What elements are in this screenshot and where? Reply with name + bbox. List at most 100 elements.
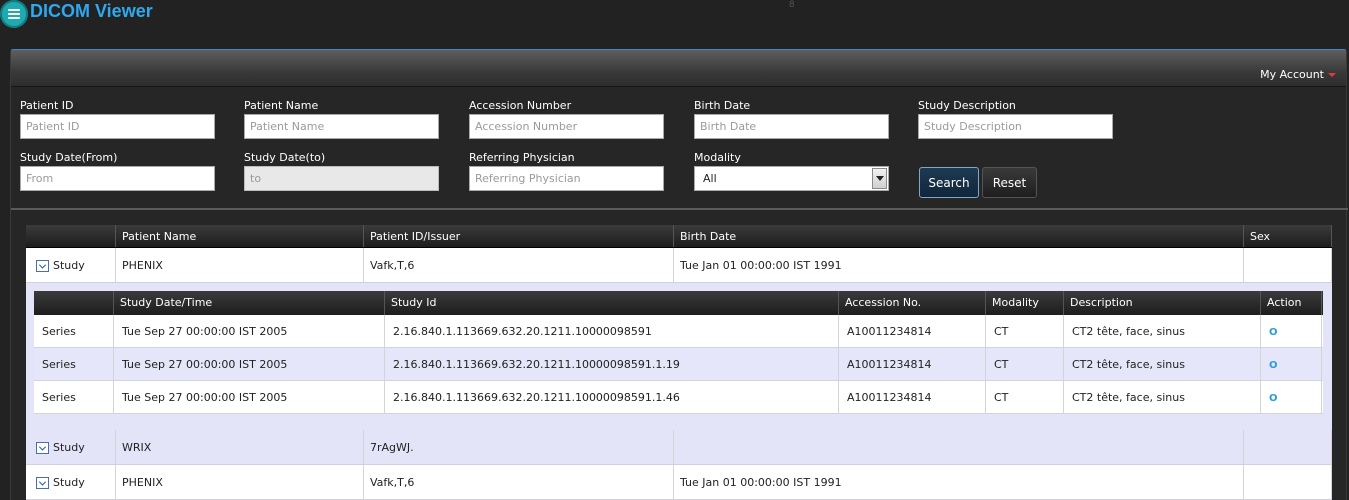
open-icon[interactable]: O xyxy=(1269,327,1278,338)
modality-cell: CT xyxy=(986,381,1064,413)
column-header[interactable]: Study Id xyxy=(385,291,839,315)
accession-cell: A10011234814 xyxy=(839,348,986,380)
study-id-cell: 2.16.840.1.113669.632.20.1211.1000009859… xyxy=(385,315,839,347)
patient-id-input[interactable] xyxy=(20,114,215,139)
field-label: Birth Date xyxy=(694,99,751,112)
sex-cell xyxy=(1244,430,1332,464)
accession-cell: A10011234814 xyxy=(839,315,986,347)
sex-cell xyxy=(1244,248,1332,282)
series-row[interactable]: Series Tue Sep 27 00:00:00 IST 2005 2.16… xyxy=(34,381,1323,414)
study-type: Study xyxy=(53,259,85,272)
hamburger-icon xyxy=(8,9,20,19)
study-id-cell: 2.16.840.1.113669.632.20.1211.1000009859… xyxy=(385,348,839,380)
patient-name-cell: PHENIX xyxy=(116,465,364,499)
study-row[interactable]: Study PHENIX Vafk,T,6 Tue Jan 01 00:00:0… xyxy=(26,248,1332,283)
study-type: Study xyxy=(53,441,85,454)
study-date-cell: Tue Sep 27 00:00:00 IST 2005 xyxy=(114,381,385,413)
panel-header: My Account xyxy=(11,50,1346,87)
modality-select[interactable]: All xyxy=(694,166,889,191)
study-toggle-cell[interactable]: Study xyxy=(26,465,116,499)
field-label: Patient ID xyxy=(20,99,74,112)
series-header: Study Date/Time Study Id Accession No. M… xyxy=(34,291,1323,315)
header-mark: 8 xyxy=(789,0,795,10)
expand-icon[interactable] xyxy=(36,477,49,489)
column-header: Action xyxy=(1261,291,1322,315)
reset-button[interactable]: Reset xyxy=(982,167,1037,198)
study-date-cell: Tue Sep 27 00:00:00 IST 2005 xyxy=(114,315,385,347)
search-button[interactable]: Search xyxy=(919,167,979,198)
modality-value: All xyxy=(703,172,717,185)
study-description-input[interactable] xyxy=(918,114,1113,139)
field-label: Study Description xyxy=(918,99,1016,112)
description-cell: CT2 tête, face, sinus xyxy=(1064,315,1261,347)
patient-id-field: Patient ID xyxy=(20,99,216,139)
birth-date-field: Birth Date xyxy=(694,99,890,139)
referring-physician-field: Referring Physician xyxy=(469,151,665,191)
results-grid: Patient Name Patient ID/Issuer Birth Dat… xyxy=(26,225,1332,500)
column-header xyxy=(26,225,116,247)
birth-date-input[interactable] xyxy=(694,114,889,139)
patient-name-cell: PHENIX xyxy=(116,248,364,282)
action-cell: O xyxy=(1261,381,1322,413)
main-panel: My Account Patient ID Patient Name Acces… xyxy=(10,49,1348,500)
accession-number-input[interactable] xyxy=(469,114,664,139)
study-date-cell: Tue Sep 27 00:00:00 IST 2005 xyxy=(114,348,385,380)
series-type: Series xyxy=(34,348,114,380)
app-title: DICOM Viewer xyxy=(30,1,153,21)
column-header[interactable]: Birth Date xyxy=(674,225,1244,247)
modality-cell: CT xyxy=(986,348,1064,380)
series-type: Series xyxy=(34,381,114,413)
birth-date-cell: Tue Jan 01 00:00:00 IST 1991 xyxy=(674,465,1244,499)
open-icon[interactable]: O xyxy=(1269,360,1278,371)
expand-icon[interactable] xyxy=(36,442,49,454)
referring-physician-input[interactable] xyxy=(469,166,664,191)
patient-id-cell: Vafk,T,6 xyxy=(364,465,674,499)
field-label: Referring Physician xyxy=(469,151,575,164)
series-row[interactable]: Series Tue Sep 27 00:00:00 IST 2005 2.16… xyxy=(34,348,1323,381)
column-header[interactable]: Accession No. xyxy=(839,291,986,315)
modality-cell: CT xyxy=(986,315,1064,347)
my-account-label: My Account xyxy=(1260,68,1324,81)
column-header[interactable]: Description xyxy=(1064,291,1261,315)
action-cell: O xyxy=(1261,315,1322,347)
menu-icon[interactable] xyxy=(0,0,28,28)
column-header[interactable]: Patient Name xyxy=(116,225,364,247)
dropdown-arrow-icon[interactable] xyxy=(872,168,887,189)
open-icon[interactable]: O xyxy=(1269,393,1278,404)
field-label: Study Date(From) xyxy=(20,151,118,164)
birth-date-cell: Tue Jan 01 00:00:00 IST 1991 xyxy=(674,248,1244,282)
patient-id-cell: Vafk,T,6 xyxy=(364,248,674,282)
study-toggle-cell[interactable]: Study xyxy=(26,430,116,464)
study-row[interactable]: Study PHENIX Vafk,T,6 Tue Jan 01 00:00:0… xyxy=(26,465,1332,500)
column-header[interactable]: Sex xyxy=(1244,225,1332,247)
action-cell: O xyxy=(1261,348,1322,380)
patient-name-cell: WRIX xyxy=(116,430,364,464)
caret-down-icon xyxy=(1328,72,1336,77)
my-account-menu[interactable]: My Account xyxy=(1260,68,1336,81)
column-header[interactable]: Modality xyxy=(986,291,1064,315)
patient-id-cell: 7rAgWJ. xyxy=(364,430,674,464)
study-type: Study xyxy=(53,476,85,489)
series-row[interactable]: Series Tue Sep 27 00:00:00 IST 2005 2.16… xyxy=(34,315,1323,348)
column-header[interactable]: Study Date/Time xyxy=(114,291,385,315)
study-date-to-input[interactable] xyxy=(244,166,439,191)
description-cell: CT2 tête, face, sinus xyxy=(1064,381,1261,413)
description-cell: CT2 tête, face, sinus xyxy=(1064,348,1261,380)
field-label: Patient Name xyxy=(244,99,319,112)
patient-name-input[interactable] xyxy=(244,114,439,139)
accession-cell: A10011234814 xyxy=(839,381,986,413)
field-label: Study Date(to) xyxy=(244,151,326,164)
study-date-to-field: Study Date(to) xyxy=(244,151,440,191)
accession-number-field: Accession Number xyxy=(469,99,665,139)
study-date-from-field: Study Date(From) xyxy=(20,151,216,191)
divider xyxy=(11,208,1348,210)
expand-icon[interactable] xyxy=(36,260,49,272)
field-label: Accession Number xyxy=(469,99,572,112)
study-id-cell: 2.16.840.1.113669.632.20.1211.1000009859… xyxy=(385,381,839,413)
study-date-from-input[interactable] xyxy=(20,166,215,191)
study-row[interactable]: Study WRIX 7rAgWJ. xyxy=(26,430,1332,465)
search-form: Patient ID Patient Name Accession Number… xyxy=(20,99,1340,209)
study-toggle-cell[interactable]: Study xyxy=(26,248,116,282)
column-header xyxy=(34,291,114,315)
column-header[interactable]: Patient ID/Issuer xyxy=(364,225,674,247)
